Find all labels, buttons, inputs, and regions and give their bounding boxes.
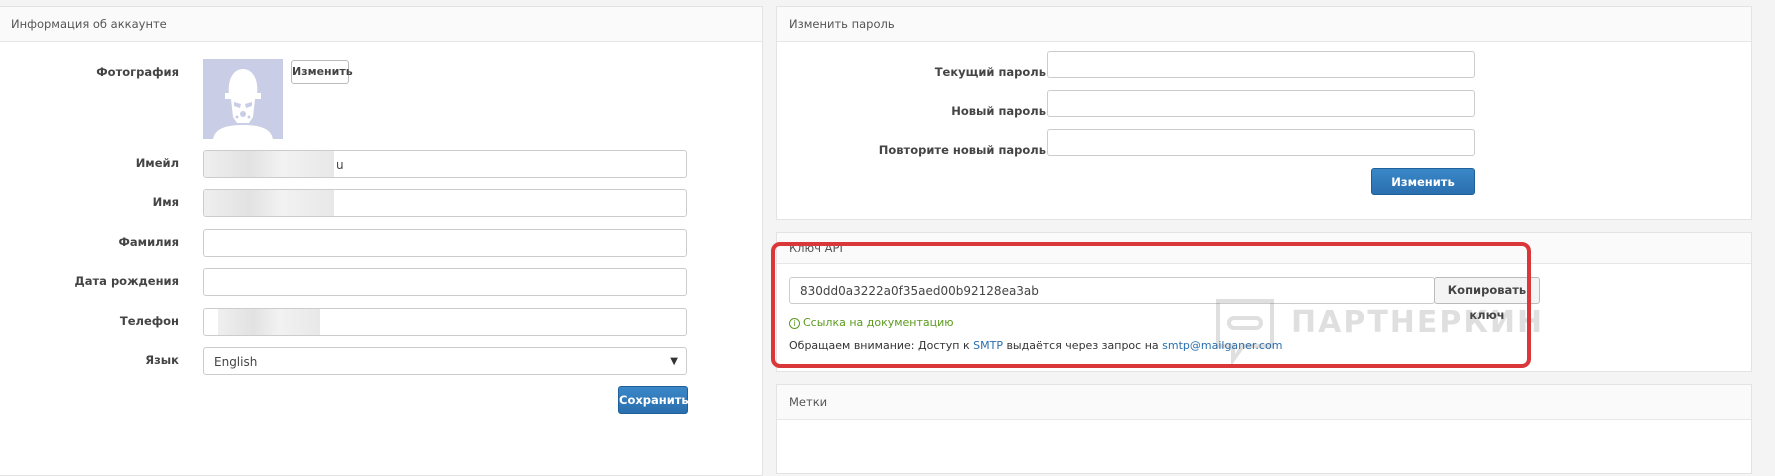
redacted-email	[204, 151, 334, 177]
info-circle-icon: i	[789, 317, 800, 329]
language-label: Язык	[145, 353, 179, 367]
account-info-title: Информация об аккаунте	[0, 7, 762, 42]
redacted-name	[204, 190, 334, 216]
current-password-input[interactable]	[1047, 51, 1475, 78]
save-button[interactable]: Сохранить	[618, 386, 689, 414]
chevron-down-icon: ▼	[670, 356, 678, 367]
change-password-panel: Изменить пароль Текущий пароль Новый пар…	[776, 6, 1752, 220]
smtp-email-link[interactable]: smtp@mailganer.com	[1162, 339, 1282, 352]
redacted-phone	[218, 309, 320, 335]
smtp-link[interactable]: SMTP	[973, 339, 1003, 352]
tags-title: Метки	[777, 385, 1751, 420]
language-select[interactable]: English ▼	[203, 347, 687, 375]
name-label: Имя	[152, 195, 179, 209]
doc-link[interactable]: i Ссылка на документацию	[789, 316, 954, 330]
stormtrooper-avatar-icon	[213, 69, 273, 139]
account-info-panel: Информация об аккаунте Фотография Измени…	[0, 6, 763, 476]
lastname-label: Фамилия	[118, 235, 180, 249]
new-password-input[interactable]	[1047, 90, 1475, 117]
avatar	[203, 59, 283, 139]
tags-panel: Метки	[776, 384, 1752, 474]
api-key-input[interactable]: 830dd0a3222a0f35aed00b92128ea3ab	[789, 277, 1435, 304]
email-input[interactable]: u	[203, 150, 687, 178]
photo-label: Фотография	[96, 65, 179, 79]
phone-input[interactable]	[203, 308, 687, 336]
api-key-title: Ключ API	[777, 233, 1751, 264]
birthdate-label: Дата рождения	[74, 274, 179, 288]
name-input[interactable]	[203, 189, 687, 217]
repeat-password-input[interactable]	[1047, 129, 1475, 156]
copy-key-button[interactable]: Копировать ключ	[1434, 277, 1540, 322]
repeat-password-label: Повторите новый пароль	[878, 143, 1046, 157]
smtp-notice: Обращаем внимание: Доступ к SMTP выдаётс…	[789, 339, 1283, 352]
phone-label: Телефон	[119, 314, 179, 328]
change-password-button[interactable]: Изменить пароль	[1371, 168, 1475, 215]
new-password-label: Новый пароль	[951, 104, 1046, 118]
change-password-title: Изменить пароль	[777, 7, 1751, 42]
current-password-label: Текущий пароль	[934, 65, 1046, 79]
email-label: Имейл	[135, 156, 179, 170]
api-key-panel: Ключ API 830dd0a3222a0f35aed00b92128ea3a…	[776, 232, 1752, 372]
lastname-input[interactable]	[203, 229, 687, 257]
change-photo-button[interactable]: Изменить	[291, 60, 353, 84]
birthdate-input[interactable]	[203, 268, 687, 296]
